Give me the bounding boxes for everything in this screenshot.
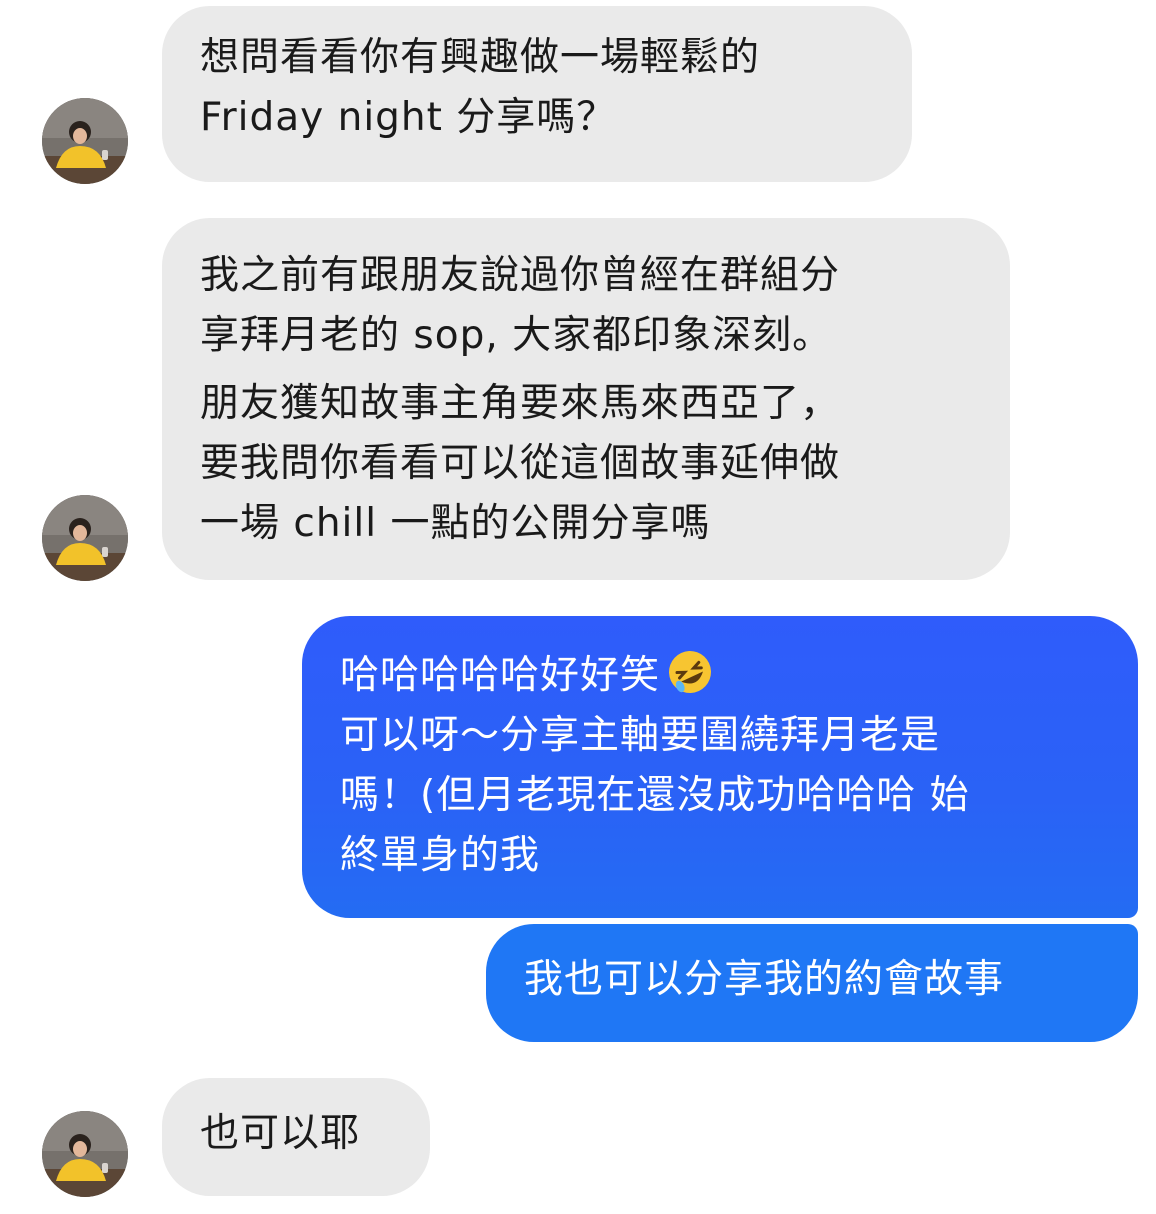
contact-avatar[interactable] bbox=[42, 98, 128, 184]
message-text: 也可以耶 bbox=[200, 1111, 361, 1156]
contact-avatar[interactable] bbox=[42, 1111, 128, 1197]
avatar-photo bbox=[42, 98, 128, 184]
incoming-message-bubble[interactable]: 我之前有跟朋友說過你曾經在群組分 享拜月老的 sop, 大家都印象深刻。 朋友獲… bbox=[162, 218, 1010, 580]
message-text: 我也可以分享我的約會故事 bbox=[524, 957, 1005, 1002]
message-text: 我之前有跟朋友說過你曾經在群組分 享拜月老的 sop, 大家都印象深刻。 bbox=[200, 253, 841, 358]
avatar-photo bbox=[42, 495, 128, 581]
message-text: 可以呀～分享主軸要圍繞拜月老是 嗎！(但月老現在還沒成功哈哈哈 始 終單身的我 bbox=[340, 713, 970, 878]
incoming-message-bubble[interactable]: 也可以耶 bbox=[162, 1078, 430, 1196]
chat-thread: 想問看看你有興趣做一場輕鬆的 Friday night 分享嗎？ 我之前有跟朋友… bbox=[0, 0, 1156, 1214]
outgoing-message-bubble[interactable]: 我也可以分享我的約會故事 bbox=[486, 924, 1138, 1042]
contact-avatar[interactable] bbox=[42, 495, 128, 581]
incoming-message-bubble[interactable]: 想問看看你有興趣做一場輕鬆的 Friday night 分享嗎？ bbox=[162, 6, 912, 182]
avatar-photo bbox=[42, 1111, 128, 1197]
message-text: 哈哈哈哈哈好好笑 bbox=[340, 653, 661, 698]
rolling-on-floor-laughing-emoji bbox=[666, 648, 714, 696]
message-text: 想問看看你有興趣做一場輕鬆的 Friday night 分享嗎？ bbox=[200, 35, 761, 140]
message-text: 朋友獲知故事主角要來馬來西亞了， 要我問你看看可以從這個故事延伸做 一場 chi… bbox=[200, 381, 841, 546]
outgoing-message-bubble[interactable]: 哈哈哈哈哈好好笑 可以呀～分享主軸要圍繞拜月老是 嗎！(但月老現在還沒成功哈哈哈… bbox=[302, 616, 1138, 918]
